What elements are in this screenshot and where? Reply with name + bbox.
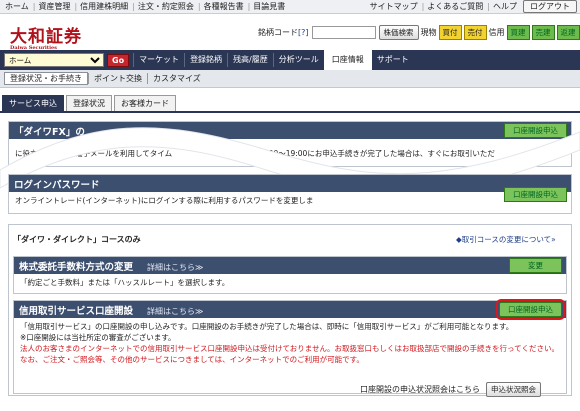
- margin-sell-button[interactable]: 売建: [531, 25, 555, 40]
- faq-link[interactable]: よくあるご質問: [422, 1, 483, 12]
- top-link-home[interactable]: ホーム: [5, 2, 29, 11]
- fee-description: 「約定ごと手数料」または「ハッスルレート」を選択します。: [20, 278, 230, 287]
- utility-links: サイトマップよくあるご質問ヘルプ ログアウト: [368, 0, 577, 13]
- course-change-link[interactable]: ◆取引コースの変更について»: [456, 234, 556, 245]
- margin-apply-button[interactable]: 口座開設申込: [496, 299, 565, 320]
- top-bar: ホーム資産管理信用建株明細注文・約定照会各種報告書目論見書 サイトマップよくある…: [0, 0, 580, 14]
- top-link-assets[interactable]: 資産管理: [33, 2, 71, 11]
- direct-course-heading: 「ダイワ・ダイレクト」コースのみ: [13, 235, 141, 244]
- logo-text: 大和証券: [10, 27, 82, 47]
- margin-desc-line1: 「信用取引サービス」の口座開設の申し込みです。口座開設のお手続きが完了した場合は…: [20, 322, 514, 331]
- margin-desc-note: ※口座開設には当社所定の審査がございます。: [20, 332, 176, 342]
- margin-title: 信用取引サービス口座開設: [19, 305, 134, 317]
- nav-balance-history[interactable]: 残高/履歴: [227, 53, 273, 67]
- top-links: ホーム資産管理信用建株明細注文・約定照会各種報告書目論見書: [3, 1, 287, 12]
- header: 大和証券 Daiwa Securities 銘柄コード [?] 株価検索 現物 買付…: [0, 14, 580, 51]
- code-help-link[interactable]: [?]: [298, 28, 309, 37]
- margin-close-button[interactable]: 返建: [556, 25, 580, 40]
- password-description: オンライントレード(インターネット)にログインする際に利用するパスワードを変更し…: [15, 196, 314, 205]
- top-link-margin-positions[interactable]: 信用建株明細: [74, 2, 128, 11]
- logout-button[interactable]: ログアウト: [523, 0, 577, 13]
- subnav-customize[interactable]: カスタマイズ: [147, 73, 206, 84]
- nav-analysis-tools[interactable]: 分析ツール: [272, 53, 324, 67]
- subnav-registration[interactable]: 登録状況・お手続き: [4, 72, 88, 85]
- margin-buy-button[interactable]: 買建: [506, 25, 530, 40]
- stock-code-input[interactable]: [311, 26, 376, 39]
- margin-label: 信用: [488, 28, 505, 37]
- fee-section: 株式委託手数料方式の変更 詳細はこちら≫ 変更 「約定ごと手数料」または「ハッスルレ…: [13, 256, 567, 294]
- cash-label: 現物: [420, 28, 437, 37]
- nav-registered-stocks[interactable]: 登録銘柄: [184, 53, 227, 67]
- status-inquiry-text: 口座開設の申込状況照会はこちら: [360, 385, 480, 394]
- margin-section: 信用取引サービス口座開設 詳細はこちら≫ 口座開設申込 「信用取引サービス」の口座開…: [13, 299, 567, 394]
- password-apply-button[interactable]: 口座開設申込: [504, 187, 567, 202]
- cash-sell-button[interactable]: 売付: [463, 25, 487, 40]
- top-link-orders[interactable]: 注文・約定照会: [132, 2, 194, 11]
- daiwa-logo[interactable]: 大和証券 Daiwa Securities: [10, 22, 82, 51]
- page-select[interactable]: ホーム: [4, 53, 104, 67]
- status-inquiry-button[interactable]: 申込状況照会: [486, 382, 541, 397]
- fee-change-button[interactable]: 変更: [509, 258, 562, 273]
- nav-support[interactable]: サポート: [372, 53, 414, 67]
- password-title: ログインパスワード: [14, 179, 100, 191]
- top-link-reports[interactable]: 各種報告書: [198, 2, 244, 11]
- stock-search-button[interactable]: 株価検索: [378, 25, 419, 40]
- quote-box: 銘柄コード [?] 株価検索 現物 買付 売付 信用 買建 売建 返建: [258, 25, 580, 40]
- cash-buy-button[interactable]: 買付: [438, 25, 462, 40]
- go-button[interactable]: Go: [107, 53, 130, 67]
- main-nav: ホーム Go マーケット 登録銘柄 残高/履歴 分析ツール 口座情報 サポート: [0, 50, 580, 70]
- nav-market[interactable]: マーケット: [133, 53, 184, 67]
- status-inquiry-row: 口座開設の申込状況照会はこちら 申込状況照会: [360, 382, 541, 397]
- password-section: ログインパスワード口座開設申込 オンライントレード(インターネット)にログインす…: [8, 174, 572, 214]
- margin-corporate-notice: 法人のお客さまのインターネットでの信用取引サービス口座開設申込は受付けておりませ…: [20, 343, 559, 364]
- code-label: 銘柄コード: [258, 28, 298, 37]
- fee-title: 株式委託手数料方式の変更: [19, 261, 134, 273]
- sitemap-link[interactable]: サイトマップ: [370, 1, 418, 12]
- nav-account-info[interactable]: 口座情報: [323, 50, 372, 70]
- margin-description: 「信用取引サービス」の口座開設の申し込みです。口座開設のお手続きが完了した場合は…: [14, 318, 566, 370]
- help-link[interactable]: ヘルプ: [487, 1, 517, 12]
- top-link-prospectus[interactable]: 目論見書: [248, 2, 286, 11]
- subnav-points[interactable]: ポイント交換: [88, 73, 147, 84]
- sub-nav: 登録状況・お手続き ポイント交換 カスタマイズ: [0, 70, 580, 88]
- margin-detail-link[interactable]: 詳細はこちら≫: [147, 307, 203, 316]
- fee-detail-link[interactable]: 詳細はこちら≫: [147, 263, 203, 272]
